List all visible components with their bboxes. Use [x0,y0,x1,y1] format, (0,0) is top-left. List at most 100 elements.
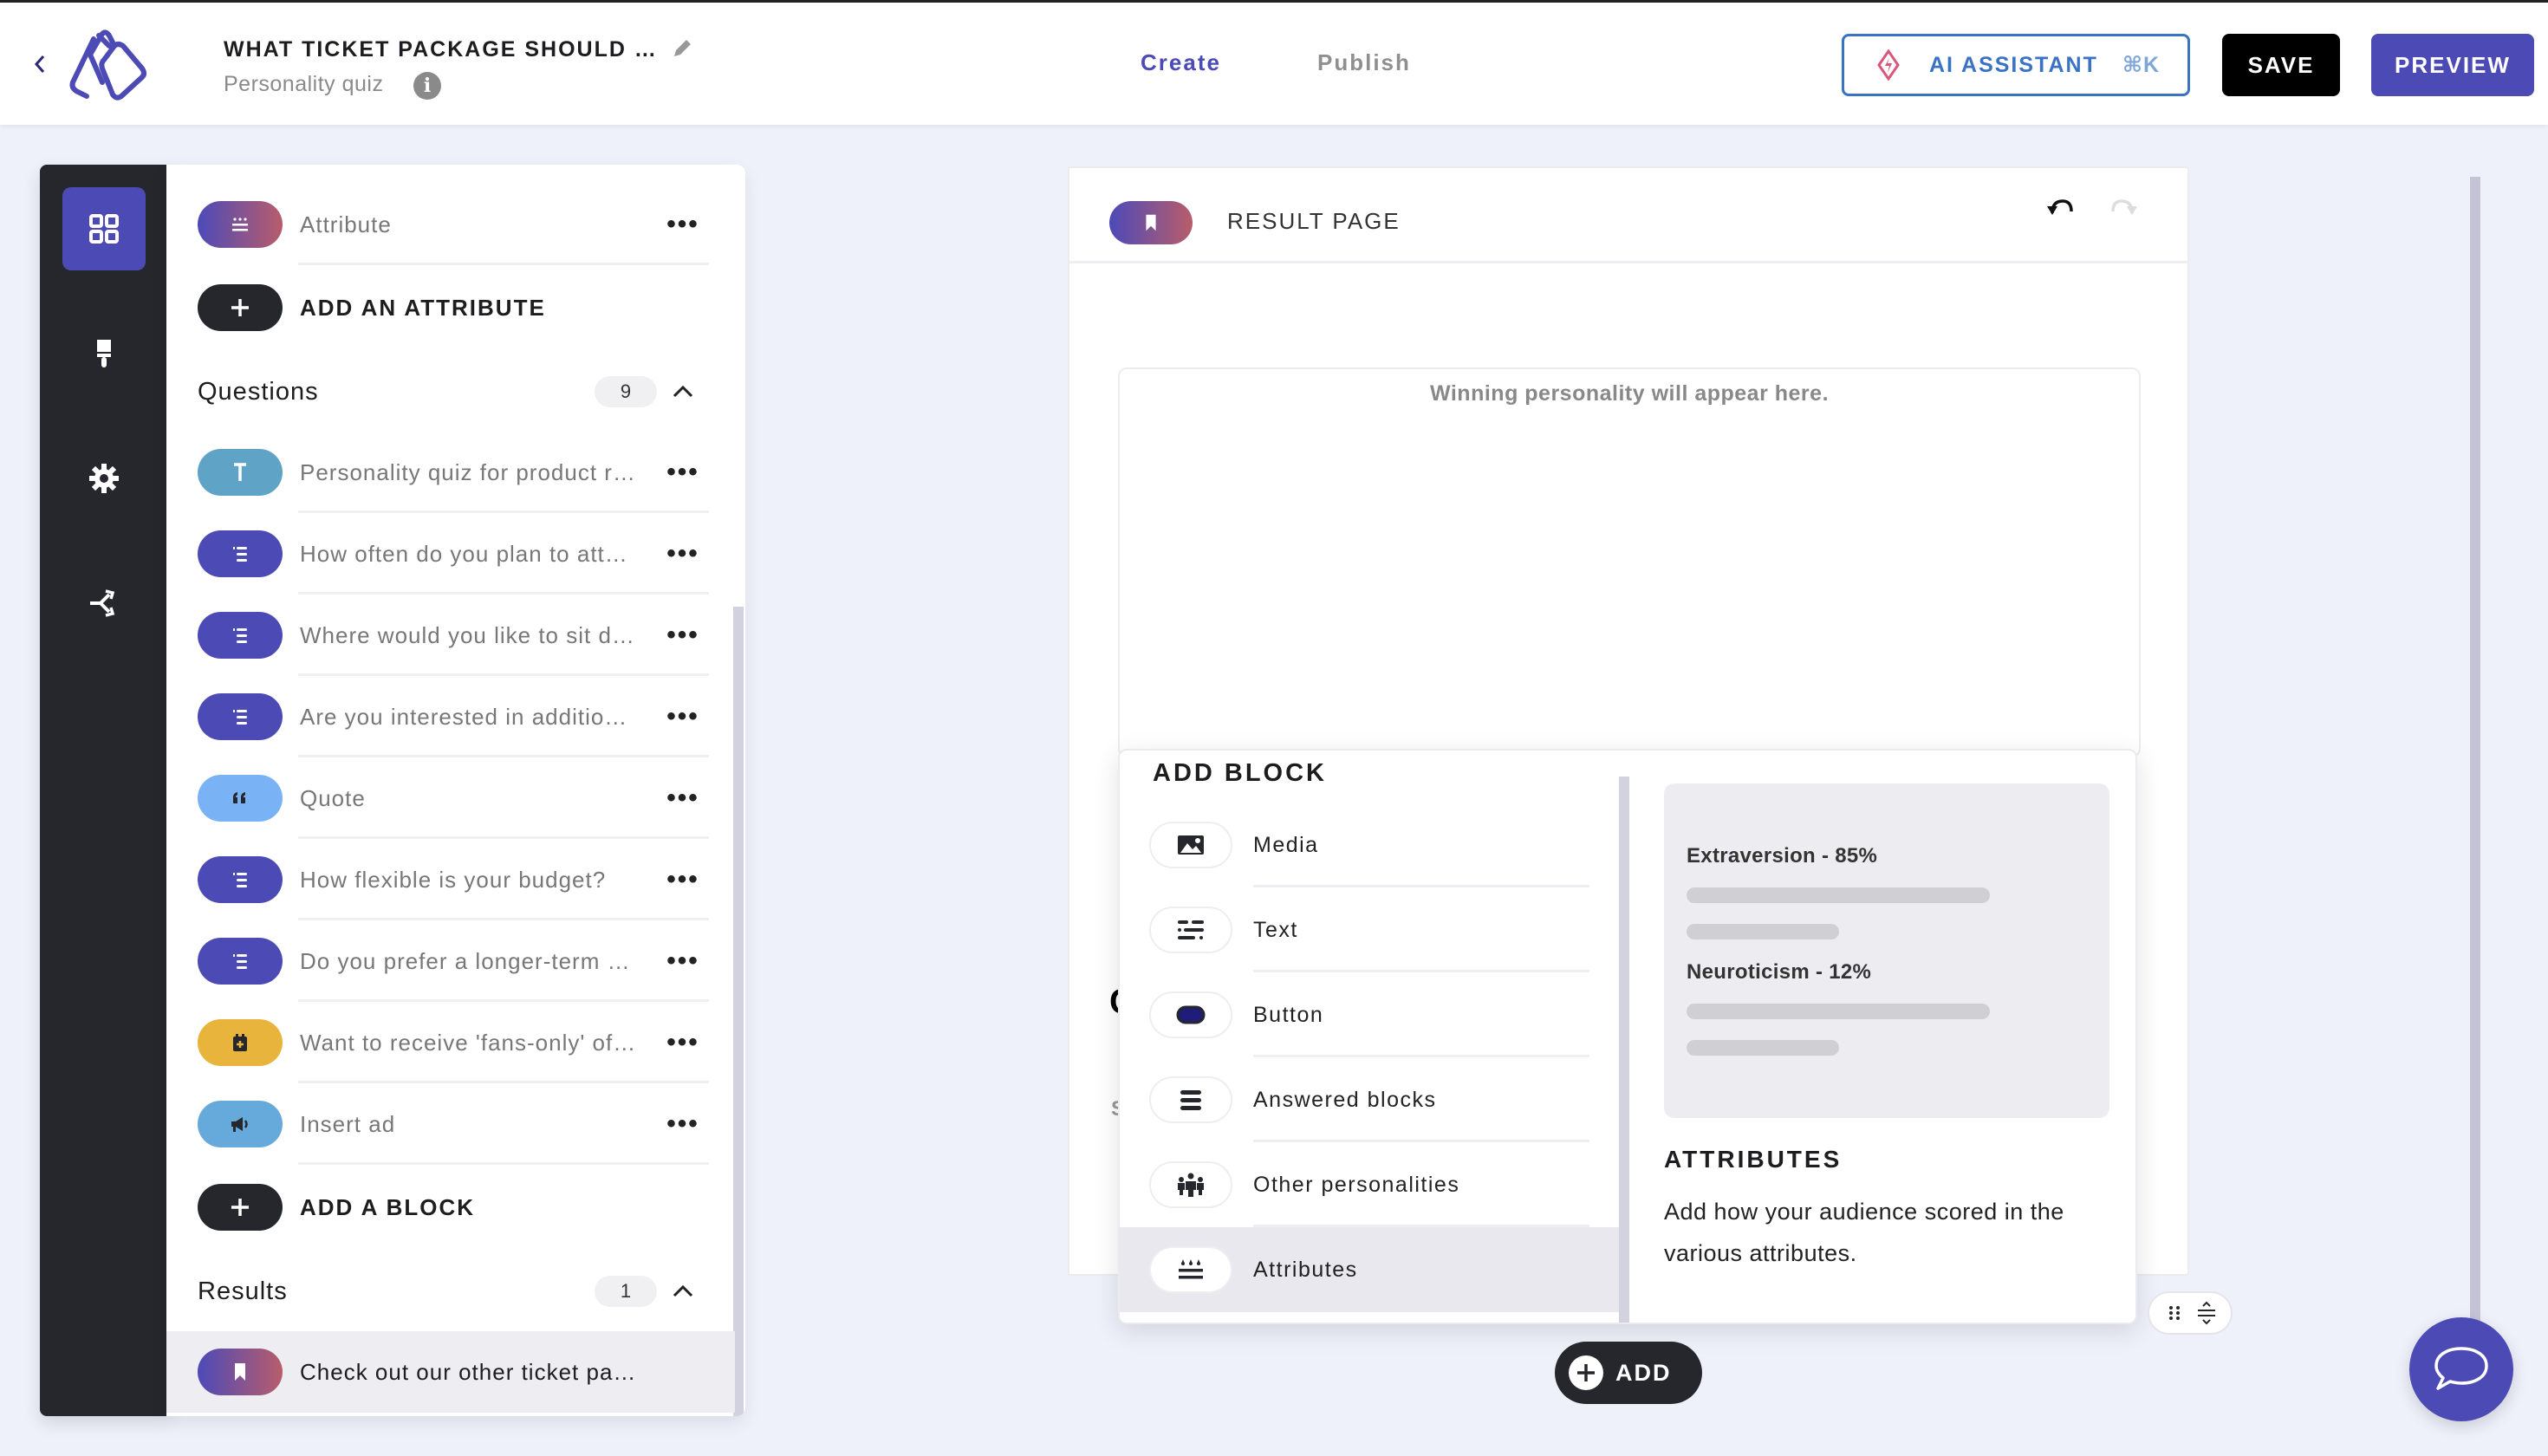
more-options-icon[interactable]: ••• [657,1030,709,1056]
text-pill [198,449,283,496]
tab-create[interactable]: Create [1141,49,1221,76]
questions-label: Questions [198,377,319,406]
preview-attribute-label: Extraversion - 85% [1687,844,1878,868]
question-item[interactable]: Are you interested in additio… ••• [198,676,709,757]
rail-item-settings[interactable] [62,437,146,520]
question-item[interactable]: How flexible is your budget? ••• [198,839,709,920]
chat-bubble-icon [2434,1347,2488,1390]
tab-publish[interactable]: Publish [1317,49,1411,76]
block-option-button[interactable]: Button [1120,972,1619,1057]
add-label: ADD [1615,1359,1672,1386]
resize-vertical-icon[interactable] [2196,1301,2217,1325]
block-option-label: Text [1253,917,1298,942]
question-item[interactable]: How often do you plan to att… ••• [198,513,709,595]
question-label: Are you interested in additio… [300,703,628,730]
hamburger-icon [1180,1090,1201,1110]
block-option-label: Attributes [1253,1257,1358,1282]
form-pill [198,1019,283,1066]
undo-icon[interactable] [2044,194,2078,224]
block-preview: Extraversion - 85% Neuroticism - 12% ATT… [1629,751,2135,1323]
quote-pill [198,775,283,822]
question-item[interactable]: Insert ad ••• [198,1083,709,1165]
popup-title: ADD BLOCK [1153,759,1327,787]
ai-assistant-shortcut: ⌘K [2122,53,2161,77]
block-option-media[interactable]: Media [1120,803,1619,887]
more-options-icon[interactable]: ••• [657,541,709,567]
megaphone-icon [231,1117,248,1132]
attributes-pill [1149,1246,1232,1293]
more-options-icon[interactable]: ••• [657,867,709,893]
block-type-list: Media Text Button Answered blocks Other … [1120,803,1619,1323]
block-option-text[interactable]: Text [1120,887,1619,972]
questions-section-header[interactable]: Questions 9 [198,366,709,418]
rail-item-logic[interactable] [62,562,146,645]
add-block-button[interactable]: ADD A BLOCK [198,1167,709,1248]
question-label: Where would you like to sit d… [300,621,635,648]
more-options-icon[interactable]: ••• [657,704,709,730]
list-icon [233,954,247,969]
chat-button[interactable] [2409,1317,2513,1421]
plus-icon [231,299,249,316]
winning-personality-block[interactable]: Winning personality will appear here. [1118,367,2141,757]
add-pill [198,284,283,331]
attribute-item[interactable]: Attribute ••• [198,184,709,265]
redo-icon[interactable] [2106,194,2141,224]
more-options-icon[interactable]: ••• [657,948,709,974]
add-attribute-button[interactable]: ADD AN ATTRIBUTE [198,267,709,348]
quote-icon [233,792,245,803]
question-pill [198,938,283,985]
panel-scrollbar[interactable] [733,607,744,1416]
save-button[interactable]: SAVE [2222,34,2340,96]
question-item[interactable]: Do you prefer a longer-term … ••• [198,920,709,1002]
plus-circle-icon [1569,1355,1603,1390]
preview-bar [1687,1040,1839,1056]
list-icon [233,628,247,643]
question-item[interactable]: Want to receive 'fans-only' of… ••• [198,1002,709,1083]
popup-scrollbar[interactable] [1619,777,1629,1323]
more-options-icon[interactable]: ••• [657,622,709,648]
people-icon [1178,1173,1204,1197]
more-options-icon[interactable]: ••• [657,1111,709,1137]
block-option-answered-blocks[interactable]: Answered blocks [1120,1057,1619,1142]
back-button[interactable] [31,51,49,77]
chevron-up-icon[interactable] [657,1278,709,1304]
logo-icon[interactable] [61,29,156,101]
block-option-label: Media [1253,832,1319,857]
question-item[interactable]: Quote ••• [198,757,709,839]
rail-item-blocks[interactable] [62,187,146,270]
question-item[interactable]: Personality quiz for product r… ••• [198,432,709,513]
more-options-icon[interactable]: ••• [657,211,709,237]
quiz-title[interactable]: WHAT TICKET PACKAGE SHOULD … [224,37,658,62]
more-options-icon[interactable]: ••• [657,785,709,811]
divider [298,1162,709,1165]
branch-icon [90,589,115,617]
add-button[interactable]: ADD [1555,1342,1702,1404]
image-icon [1178,835,1204,855]
preview-button[interactable]: PREVIEW [2371,34,2534,96]
add-block-label: ADD A BLOCK [300,1193,476,1220]
result-item[interactable]: Check out our other ticket pa… [166,1331,735,1413]
list-icon [233,547,247,562]
main-scrollbar[interactable] [2470,177,2480,1321]
rail-item-design[interactable] [62,312,146,395]
chevron-up-icon[interactable] [657,379,709,405]
block-option-other-personalities[interactable]: Other personalities [1120,1142,1619,1227]
block-option-attributes[interactable]: Attributes [1120,1227,1619,1312]
ai-assistant-button[interactable]: AI ASSISTANT ⌘K [1842,34,2190,96]
question-item[interactable]: Where would you like to sit d… ••• [198,595,709,676]
info-icon[interactable]: i [413,72,441,100]
pencil-icon[interactable] [671,37,693,60]
results-section-header[interactable]: Results 1 [198,1265,709,1317]
results-label: Results [198,1277,288,1305]
more-options-icon[interactable]: ••• [657,459,709,485]
gear-icon [89,464,119,493]
drag-handle-icon[interactable] [2164,1301,2185,1325]
calendar-plus-icon [233,1034,247,1051]
media-pill [1149,822,1232,868]
button-pill [1149,991,1232,1038]
question-label: How often do you plan to att… [300,540,628,567]
bookmark-icon [235,1363,245,1381]
add-attribute-label: ADD AN ATTRIBUTE [300,294,546,321]
attribute-icon [232,218,248,231]
quiz-type: Personality quiz [224,72,384,96]
